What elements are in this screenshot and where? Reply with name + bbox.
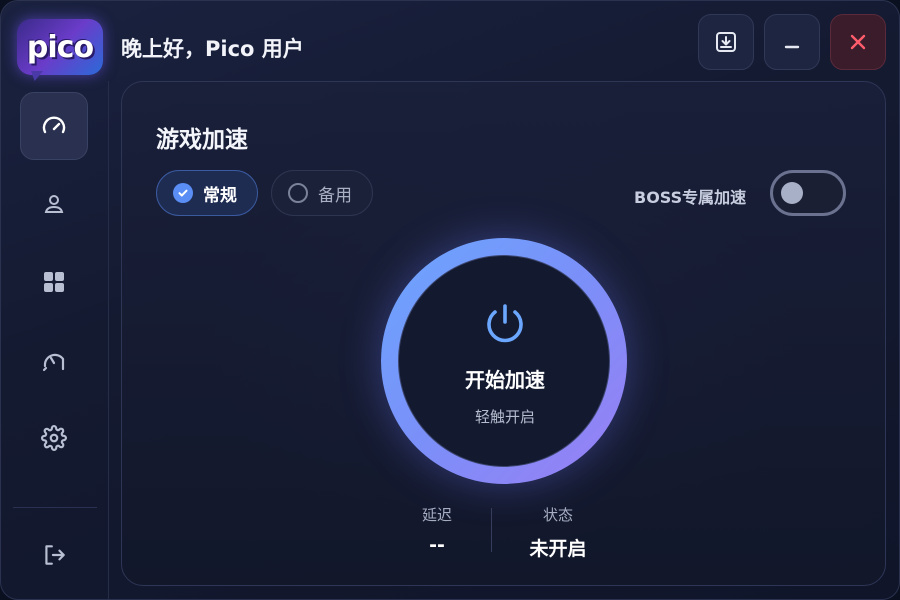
boss-acceleration-toggle[interactable] xyxy=(770,170,846,216)
start-acceleration-button[interactable]: 开始加速 轻触开启 xyxy=(381,238,627,484)
power-subtitle: 轻触开启 xyxy=(474,408,535,426)
mode-backup-option[interactable]: 备用 xyxy=(271,170,373,216)
boss-acceleration-label: BOSS专属加速 xyxy=(634,188,747,207)
sidebar-item-dashboard[interactable] xyxy=(20,92,88,160)
panel-title: 游戏加速 xyxy=(156,127,248,153)
app-window: pico 晚上好，Pico 用户 游戏加速 常规 备用 BOSS专属加速 开始加… xyxy=(0,0,900,600)
stats-divider xyxy=(491,508,492,552)
apps-grid-icon xyxy=(44,272,64,292)
logo-tail xyxy=(31,71,43,81)
user-icon xyxy=(44,195,64,213)
status-label: 状态 xyxy=(542,506,573,524)
gear-icon xyxy=(41,425,67,451)
latency-value: -- xyxy=(429,534,445,556)
sidebar-item-user[interactable] xyxy=(20,170,88,238)
minimize-icon xyxy=(784,45,800,49)
logo-text: pico xyxy=(26,29,94,65)
close-button[interactable] xyxy=(830,14,886,70)
greeting-text: 晚上好，Pico 用户 xyxy=(121,37,304,61)
radio-icon xyxy=(288,183,308,203)
download-button[interactable] xyxy=(698,14,754,70)
check-icon xyxy=(173,183,193,203)
mode-normal-label: 常规 xyxy=(203,185,237,206)
toggle-knob xyxy=(781,182,803,204)
speedometer-icon xyxy=(42,116,66,134)
sidebar-item-speed-test[interactable] xyxy=(20,326,88,394)
close-icon xyxy=(850,34,866,50)
power-title: 开始加速 xyxy=(465,368,545,392)
sidebar-item-settings[interactable] xyxy=(20,404,88,472)
sidebar-item-apps[interactable] xyxy=(20,248,88,316)
logout-icon xyxy=(45,545,65,565)
sidebar xyxy=(1,81,109,599)
status-value: 未开启 xyxy=(529,538,587,560)
pico-logo: pico xyxy=(17,19,103,75)
sidebar-item-logout[interactable] xyxy=(20,521,88,589)
power-icon xyxy=(487,304,523,343)
minimize-button[interactable] xyxy=(764,14,820,70)
power-button-face: 开始加速 轻触开启 xyxy=(398,255,610,467)
acceleration-panel: 游戏加速 常规 备用 BOSS专属加速 开始加速 轻触开启 延迟 -- 状态 未… xyxy=(121,81,886,586)
mode-normal-option[interactable]: 常规 xyxy=(156,170,258,216)
sidebar-divider xyxy=(13,507,97,508)
download-icon xyxy=(716,32,736,52)
speed-test-icon xyxy=(42,353,65,372)
latency-label: 延迟 xyxy=(421,506,452,524)
mode-backup-label: 备用 xyxy=(318,185,352,206)
